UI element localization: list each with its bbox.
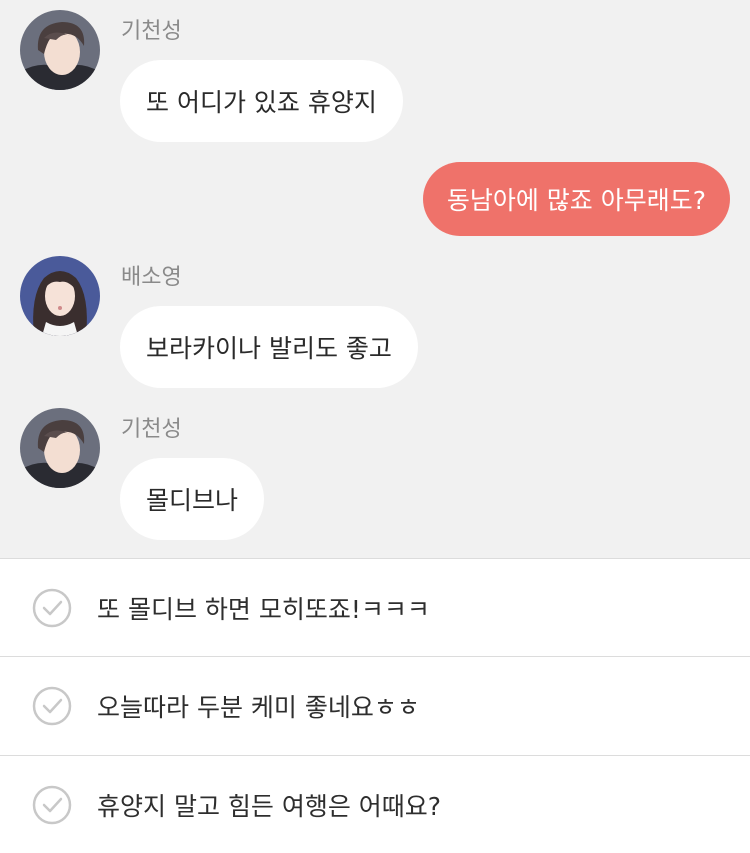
message-bubble: 몰디브나 — [120, 458, 265, 540]
reply-option-text: 또 몰디브 하면 모히또죠!ㅋㅋㅋ — [97, 594, 430, 624]
reply-option[interactable]: 오늘따라 두분 케미 좋네요ㅎㅎ — [0, 656, 750, 754]
check-circle-icon — [32, 686, 72, 726]
avatar[interactable] — [20, 10, 100, 90]
check-circle-icon — [32, 785, 72, 825]
sender-name: 배소영 — [121, 265, 182, 290]
check-circle-icon — [32, 588, 72, 628]
avatar[interactable] — [20, 408, 100, 488]
reply-option-text: 오늘따라 두분 케미 좋네요ㅎㅎ — [97, 692, 420, 722]
message-bubble: 보라카이나 발리도 좋고 — [120, 306, 418, 388]
reply-option[interactable]: 또 몰디브 하면 모히또죠!ㅋㅋㅋ — [0, 558, 750, 656]
female-avatar-icon — [20, 256, 100, 336]
male-avatar-icon — [20, 408, 100, 488]
sender-name: 기천성 — [121, 19, 182, 44]
avatar[interactable] — [20, 256, 100, 336]
message-bubble: 또 어디가 있죠 휴양지 — [120, 60, 403, 142]
sender-name: 기천성 — [121, 417, 182, 442]
reply-option-text: 휴양지 말고 힘든 여행은 어때요? — [97, 791, 442, 821]
reply-options: 또 몰디브 하면 모히또죠!ㅋㅋㅋ 오늘따라 두분 케미 좋네요ㅎㅎ 휴양지 말… — [0, 558, 750, 853]
reply-option[interactable]: 휴양지 말고 힘든 여행은 어때요? — [0, 755, 750, 853]
chat-area: 기천성 또 어디가 있죠 휴양지 동남아에 많죠 아무래도? 배소영 보라카이나… — [0, 0, 750, 558]
my-message-bubble: 동남아에 많죠 아무래도? — [422, 162, 730, 236]
male-avatar-icon — [20, 10, 100, 90]
